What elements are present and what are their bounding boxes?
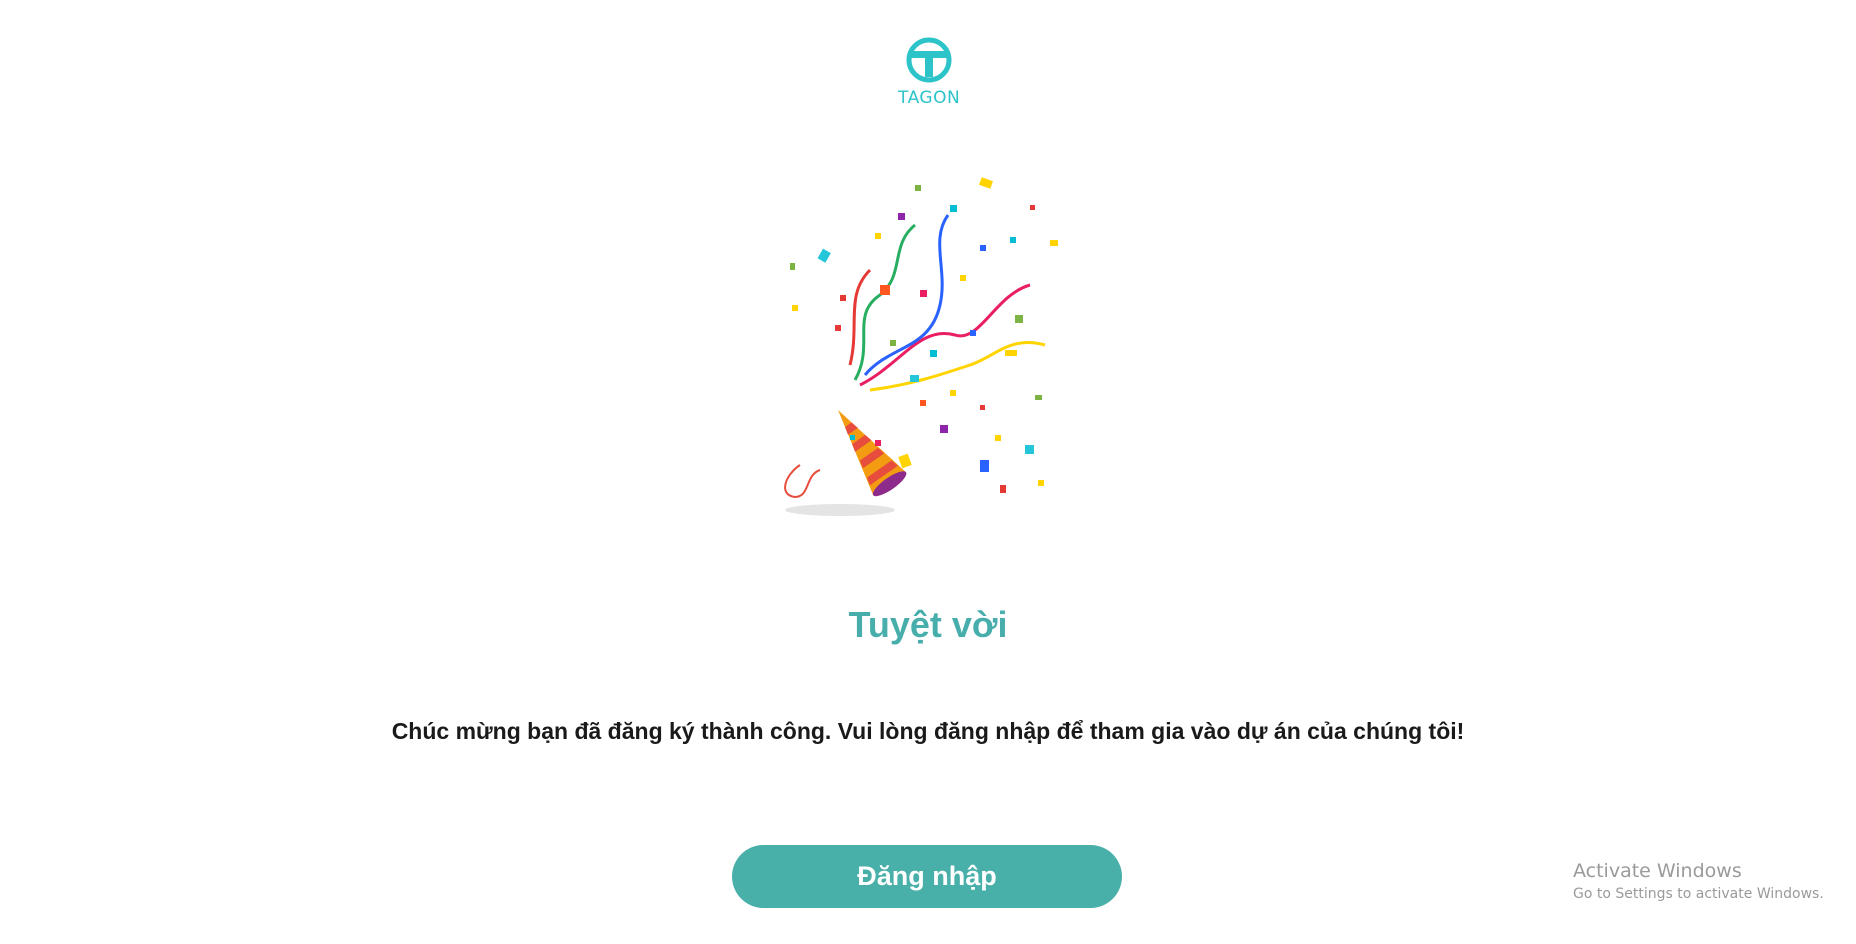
logo-text: TAGON [898,88,961,108]
tagon-logo-icon [906,37,952,83]
watermark-title: Activate Windows [1573,860,1742,882]
party-popper-icon [784,177,1058,516]
page: TAGON Tuyệt vời Chúc mừng bạn đã đăng ký… [0,0,1856,944]
page-title: Tuyệt vời [848,604,1008,645]
tagon-logo: TAGON [898,36,960,108]
login-button[interactable]: Đăng nhập [732,845,1122,908]
success-message: Chúc mừng bạn đã đăng ký thành công. Vui… [391,718,1465,744]
watermark-subtitle: Go to Settings to activate Windows. [1573,886,1824,902]
windows-activation-watermark: Activate Windows Go to Settings to activ… [1573,860,1824,902]
